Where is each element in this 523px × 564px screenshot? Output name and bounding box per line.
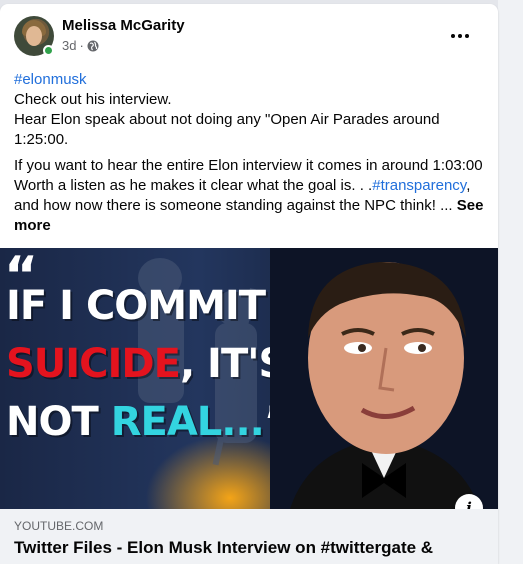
link-preview[interactable]: YOUTUBE.COM Twitter Files - Elon Musk In… [0, 509, 498, 564]
hashtag-elonmusk[interactable]: #elonmusk [14, 71, 87, 88]
post-text: #elonmusk Check out his interview. Hear … [14, 70, 484, 236]
post-time[interactable]: 3d [62, 38, 76, 53]
post-card: Melissa McGarity 3d · #elonmusk Check ou… [0, 4, 498, 564]
headline-line-2: SUICIDE, IT'S [6, 341, 287, 387]
headline-cyan-word: REAL... [110, 399, 265, 445]
headline-line-3-start: NOT [6, 399, 111, 445]
headline-line-3: NOT REAL...” [6, 399, 290, 445]
meta-separator: · [79, 38, 84, 53]
link-title[interactable]: Twitter Files - Elon Musk Interview on #… [14, 538, 433, 558]
headline-red-word: SUICIDE [6, 341, 181, 387]
page-background [498, 0, 523, 564]
hashtag-transparency[interactable]: #transparency [372, 177, 466, 194]
online-status-icon [43, 45, 54, 56]
post-meta: 3d · [62, 38, 99, 53]
post-paragraph-2: If you want to hear the entire Elon inte… [14, 156, 484, 236]
more-options-icon[interactable] [448, 26, 472, 46]
author-name[interactable]: Melissa McGarity [62, 17, 185, 34]
post-line-1: Check out his interview. [14, 91, 172, 108]
portrait-illustration [270, 248, 498, 509]
globe-icon[interactable] [87, 40, 99, 52]
headline-line-1: IF I COMMIT [6, 283, 266, 329]
post-header: Melissa McGarity 3d · [14, 16, 484, 60]
link-thumbnail[interactable]: “ IF I COMMIT SUICIDE, IT'S NOT REAL...” [0, 248, 498, 509]
post-line-2: Hear Elon speak about not doing any "Ope… [14, 111, 440, 148]
link-domain: YOUTUBE.COM [14, 519, 104, 533]
